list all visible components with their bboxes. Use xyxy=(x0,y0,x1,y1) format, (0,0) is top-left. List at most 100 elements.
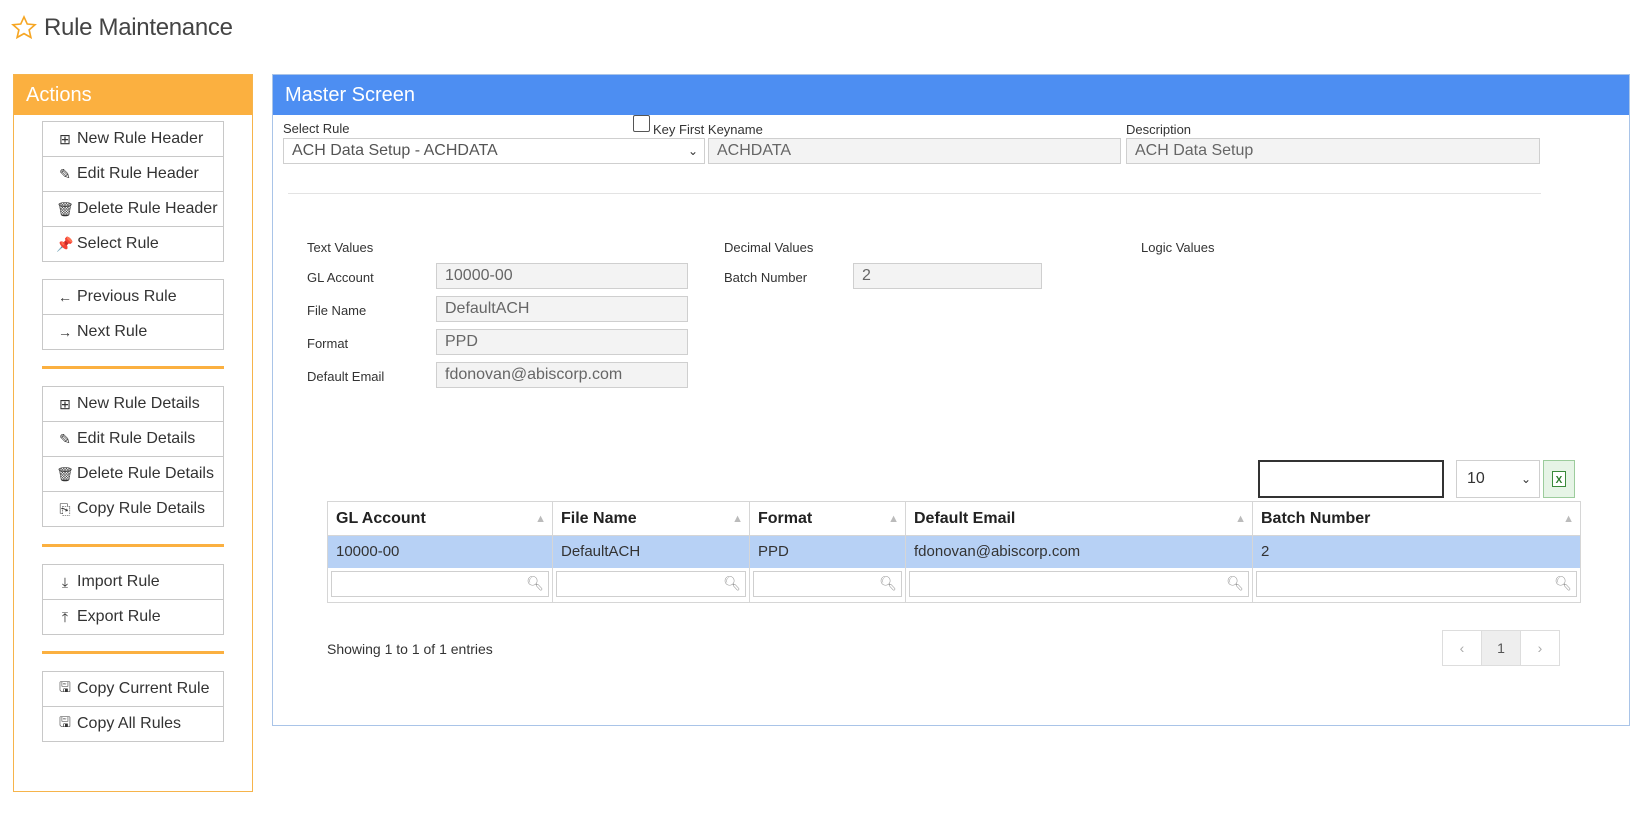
gl-account-field[interactable]: 10000-00 xyxy=(436,263,688,289)
decimal-values-label: Decimal Values xyxy=(724,240,814,255)
sort-icon: ▲︎ xyxy=(1235,513,1246,525)
column-header-file-name[interactable]: File Name ▲︎ xyxy=(553,502,750,536)
table-header-row: GL Account ▲︎ File Name ▲︎ Format ▲︎ Defaul… xyxy=(328,502,1580,536)
copy-current-rule-button[interactable]: 🖫 Copy Current Rule xyxy=(42,671,224,707)
pagination-next-button[interactable]: › xyxy=(1520,630,1560,666)
edit-rule-details-button[interactable]: ✎ Edit Rule Details xyxy=(42,421,224,457)
navigation-actions-group: ← Previous Rule → Next Rule xyxy=(42,279,224,350)
column-filter-input[interactable]: 🔍︎ xyxy=(331,571,549,597)
gl-account-label: GL Account xyxy=(307,270,374,285)
save-icon: 🖫 xyxy=(59,679,71,695)
text-values-label: Text Values xyxy=(307,240,374,255)
plus-square-icon: ⊞ xyxy=(59,130,71,147)
new-rule-details-button[interactable]: ⊞ New Rule Details xyxy=(42,386,224,422)
column-filter-input[interactable]: 🔍︎ xyxy=(1256,571,1577,597)
import-rule-button[interactable]: ⤓ Import Rule xyxy=(42,564,224,600)
copy-all-rules-button[interactable]: 🖫 Copy All Rules xyxy=(42,706,224,742)
data-table: GL Account ▲︎ File Name ▲︎ Format ▲︎ Defaul… xyxy=(327,501,1581,603)
previous-rule-button[interactable]: ← Previous Rule xyxy=(42,279,224,315)
search-icon: 🔍︎ xyxy=(879,575,897,591)
svg-text:X: X xyxy=(1556,475,1563,486)
key-first-checkbox[interactable] xyxy=(633,115,650,132)
delete-rule-details-button[interactable]: 🗑 Delete Rule Details xyxy=(42,456,224,492)
master-header: Master Screen xyxy=(273,75,1629,115)
pencil-icon: ✎ xyxy=(59,165,71,182)
column-filter-input[interactable]: 🔍︎ xyxy=(556,571,746,597)
table-row[interactable]: 10000-00 DefaultACH PPD fdonovan@abiscor… xyxy=(328,536,1580,568)
star-icon[interactable] xyxy=(10,14,38,42)
copy-rule-details-button[interactable]: ⎘ Copy Rule Details xyxy=(42,491,224,527)
upload-icon: ⤒ xyxy=(61,608,69,625)
plus-square-icon: ⊞ xyxy=(59,395,71,412)
page-length-select[interactable]: 10 ⌄ xyxy=(1456,460,1540,498)
table-search-input[interactable] xyxy=(1258,460,1444,498)
column-header-format[interactable]: Format ▲︎ xyxy=(750,502,906,536)
select-rule-button[interactable]: 📌 Select Rule xyxy=(42,226,224,262)
default-email-field[interactable]: fdonovan@abiscorp.com xyxy=(436,362,688,388)
table-cell: 2 xyxy=(1253,536,1580,568)
sort-icon: ▲︎ xyxy=(888,513,899,525)
filter-cell: 🔍︎ xyxy=(750,568,906,602)
format-label: Format xyxy=(307,336,349,351)
export-rule-button[interactable]: ⤒ Export Rule xyxy=(42,599,224,635)
search-icon: 🔍︎ xyxy=(723,575,741,591)
description-field[interactable]: ACH Data Setup xyxy=(1126,138,1540,164)
batch-number-field[interactable]: 2 xyxy=(853,263,1042,289)
master-panel: Master Screen Select Rule ACH Data Setup… xyxy=(272,74,1630,726)
logic-values-label: Logic Values xyxy=(1141,240,1215,255)
pin-icon: 📌 xyxy=(56,235,74,252)
filter-cell: 🔍︎ xyxy=(553,568,750,602)
actions-separator xyxy=(42,366,224,369)
details-actions-group: ⊞ New Rule Details ✎ Edit Rule Details 🗑 De… xyxy=(42,386,224,527)
edit-rule-header-button[interactable]: ✎ Edit Rule Header xyxy=(42,156,224,192)
keyname-field[interactable]: ACHDATA xyxy=(708,138,1121,164)
column-filter-input[interactable]: 🔍︎ xyxy=(753,571,902,597)
column-filter-input[interactable]: 🔍︎ xyxy=(909,571,1249,597)
chevron-down-icon: ⌄ xyxy=(687,144,698,158)
filter-cell: 🔍︎ xyxy=(1253,568,1580,602)
page-title: Rule Maintenance xyxy=(44,14,233,41)
search-icon: 🔍︎ xyxy=(1554,575,1572,591)
column-header-gl-account[interactable]: GL Account ▲︎ xyxy=(328,502,553,536)
format-field[interactable]: PPD xyxy=(436,329,688,355)
header-actions-group: ⊞ New Rule Header ✎ Edit Rule Header 🗑 Dele… xyxy=(42,121,224,262)
delete-rule-header-button[interactable]: 🗑 Delete Rule Header xyxy=(42,191,224,227)
pencil-icon: ✎ xyxy=(59,430,71,447)
column-header-default-email[interactable]: Default Email ▲︎ xyxy=(906,502,1253,536)
next-rule-button[interactable]: → Next Rule xyxy=(42,314,224,350)
trash-icon: 🗑 xyxy=(56,465,74,482)
export-excel-button[interactable]: X xyxy=(1543,460,1575,498)
table-info-text: Showing 1 to 1 of 1 entries xyxy=(327,641,493,657)
filter-cell: 🔍︎ xyxy=(906,568,1253,602)
arrow-left-icon: ← xyxy=(58,289,72,305)
sort-icon: ▲︎ xyxy=(732,513,743,525)
sort-icon: ▲︎ xyxy=(1563,513,1574,525)
pagination-page-button[interactable]: 1 xyxy=(1481,630,1521,666)
actions-header: Actions xyxy=(14,75,252,115)
default-email-label: Default Email xyxy=(307,369,385,384)
table-cell: PPD xyxy=(750,536,906,568)
arrow-right-icon: → xyxy=(58,324,72,340)
chevron-down-icon: ⌄ xyxy=(1520,472,1531,486)
import-export-actions-group: ⤓ Import Rule ⤒ Export Rule xyxy=(42,564,224,635)
copy-icon: ⎘ xyxy=(59,500,71,517)
sort-icon: ▲︎ xyxy=(535,513,546,525)
pagination-prev-button[interactable]: ‹ xyxy=(1442,630,1482,666)
pagination: ‹ 1 › xyxy=(1442,630,1560,666)
divider xyxy=(288,193,1541,194)
new-rule-header-button[interactable]: ⊞ New Rule Header xyxy=(42,121,224,157)
search-icon: 🔍︎ xyxy=(526,575,544,591)
table-cell: fdonovan@abiscorp.com xyxy=(906,536,1253,568)
file-name-field[interactable]: DefaultACH xyxy=(436,296,688,322)
search-icon: 🔍︎ xyxy=(1226,575,1244,591)
batch-number-label: Batch Number xyxy=(724,270,808,285)
table-cell: 10000-00 xyxy=(328,536,553,568)
column-header-batch-number[interactable]: Batch Number ▲︎ xyxy=(1253,502,1580,536)
table-filter-row: 🔍︎ 🔍︎ 🔍︎ 🔍︎ 🔍︎ xyxy=(328,568,1580,602)
description-label: Description xyxy=(1126,122,1192,137)
actions-panel: Actions ⊞ New Rule Header ✎ Edit Rule Head… xyxy=(13,74,253,792)
select-rule-dropdown[interactable]: ACH Data Setup - ACHDATA ⌄ xyxy=(283,138,705,164)
save-icon: 🖫 xyxy=(59,714,71,730)
key-first-label: Key First Keyname xyxy=(653,122,763,137)
actions-separator xyxy=(42,544,224,547)
